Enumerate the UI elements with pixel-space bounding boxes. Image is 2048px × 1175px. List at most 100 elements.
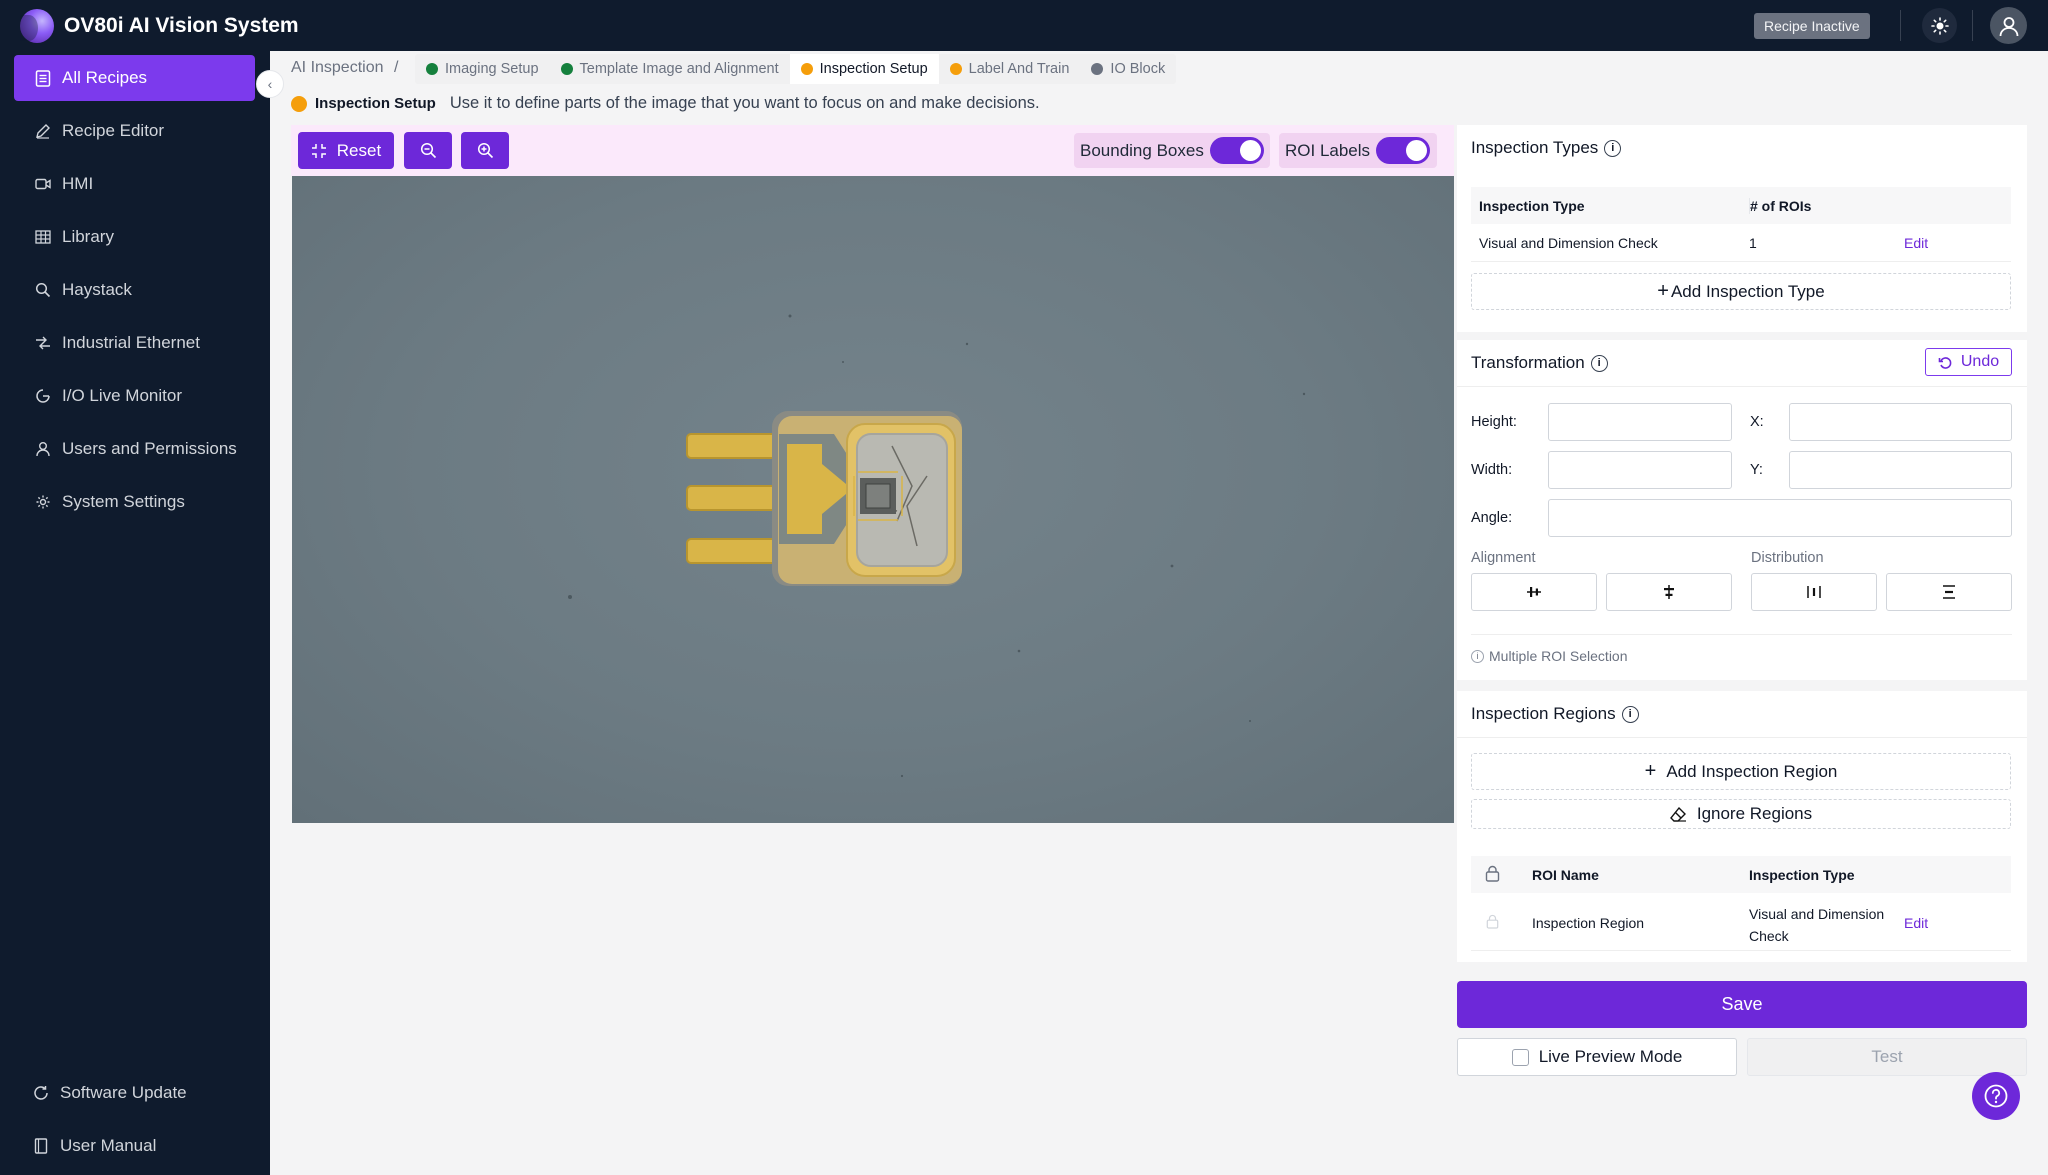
sidebar-item-system-settings[interactable]: System Settings [14, 479, 255, 525]
distribute-horizontal-button[interactable] [1751, 573, 1877, 611]
sun-icon [1930, 16, 1949, 35]
status-dot [560, 63, 573, 75]
undo-button[interactable]: Undo [1925, 348, 2012, 376]
width-input[interactable] [1548, 451, 1732, 489]
sidebar-item-label: Users and Permissions [62, 439, 237, 458]
theme-toggle-button[interactable] [1922, 8, 1957, 43]
sidebar-item-hmi[interactable]: HMI [14, 161, 255, 207]
align-horizontal-center-button[interactable] [1471, 573, 1597, 611]
step-io-block[interactable]: IO Block [1080, 54, 1176, 84]
sidebar-item-users-and-permissions[interactable]: Users and Permissions [14, 426, 255, 472]
chip-image [568, 314, 1306, 778]
step-label-and-train[interactable]: Label And Train [939, 54, 1081, 84]
sidebar-item-software-update[interactable]: Software Update [14, 1070, 255, 1116]
edit-inspection-type-link[interactable]: Edit [1904, 235, 1928, 251]
x-input[interactable] [1789, 403, 2012, 441]
info-icon[interactable]: i [1604, 139, 1622, 157]
distribute-vertical-icon [1943, 585, 1955, 599]
bounding-boxes-switch[interactable] [1209, 137, 1264, 164]
grid-icon [34, 228, 52, 246]
gear-icon [34, 493, 52, 511]
info-icon: i [1471, 649, 1484, 663]
step-description: Inspection Setup Use it to define parts … [291, 94, 1040, 113]
user-avatar-button[interactable] [1990, 7, 2027, 44]
sidebar-item-library[interactable]: Library [14, 214, 255, 260]
zoom-out-button[interactable] [404, 132, 452, 169]
refresh-icon [32, 1084, 50, 1102]
search-icon [34, 281, 52, 299]
step-imaging-setup[interactable]: Imaging Setup [415, 54, 550, 84]
x-label: X: [1750, 414, 1764, 430]
help-icon [1984, 1084, 2008, 1108]
sidebar-item-all-recipes[interactable]: All Recipes [14, 55, 255, 101]
bounding-boxes-label: Bounding Boxes [1080, 140, 1204, 160]
help-button[interactable] [1972, 1072, 2020, 1120]
roi-labels-switch[interactable] [1376, 137, 1431, 164]
inspection-image-canvas[interactable] [292, 176, 1454, 823]
fit-screen-icon [311, 143, 326, 158]
test-button[interactable]: Test [1747, 1038, 2027, 1076]
step-template-image-and-alignment[interactable]: Template Image and Alignment [550, 54, 790, 84]
save-button[interactable]: Save [1457, 981, 2027, 1028]
angle-label: Angle: [1471, 510, 1513, 526]
sidebar: All Recipes Recipe Editor HMI Library Ha… [0, 51, 270, 1175]
table-row[interactable]: Inspection Region Visual and Dimension C… [1471, 893, 2011, 951]
status-dot [1091, 63, 1104, 75]
inspection-types-table-header: Inspection Type # of ROIs [1471, 187, 2011, 224]
sidebar-item-recipe-editor[interactable]: Recipe Editor [14, 108, 255, 154]
zoom-in-icon [477, 142, 493, 159]
step-inspection-setup[interactable]: Inspection Setup [789, 54, 939, 84]
sidebar-item-industrial-ethernet[interactable]: Industrial Ethernet [14, 320, 255, 366]
plus-icon: + [1657, 280, 1669, 302]
add-inspection-type-button[interactable]: + Add Inspection Type [1471, 273, 2011, 310]
zoom-out-icon [420, 142, 436, 159]
distribute-vertical-button[interactable] [1886, 573, 2012, 611]
reset-button[interactable]: Reset [298, 132, 394, 169]
plus-icon: + [1644, 760, 1657, 782]
add-inspection-region-button[interactable]: + Add Inspection Region [1471, 753, 2011, 790]
list-icon [34, 69, 52, 87]
sidebar-item-label: Software Update [60, 1083, 187, 1102]
recipe-status-badge: Recipe Inactive [1754, 13, 1870, 39]
sidebar-item-io-live-monitor[interactable]: I/O Live Monitor [14, 373, 255, 419]
app-title: OV80i AI Vision System [64, 13, 299, 37]
ignore-regions-button[interactable]: Ignore Regions [1471, 799, 2011, 829]
width-label: Width: [1471, 462, 1513, 478]
divider [1900, 10, 1901, 41]
info-icon[interactable]: i [1621, 705, 1639, 723]
live-preview-mode-toggle[interactable]: Live Preview Mode [1457, 1038, 1737, 1076]
sidebar-item-label: Library [62, 227, 114, 246]
divider [1471, 634, 2012, 635]
inspection-types-panel: Inspection Types i Inspection Type # of R… [1457, 125, 2027, 332]
breadcrumb-steps: Imaging Setup Template Image and Alignme… [415, 54, 1177, 84]
y-input[interactable] [1789, 451, 2012, 489]
angle-input[interactable] [1548, 499, 2012, 537]
distribute-horizontal-icon [1807, 586, 1821, 598]
zoom-in-button[interactable] [461, 132, 509, 169]
top-bar: OV80i AI Vision System [0, 0, 2048, 51]
bounding-boxes-toggle-group: Bounding Boxes [1074, 133, 1270, 168]
info-icon[interactable]: i [1590, 354, 1608, 372]
transformation-title: Transformation i [1471, 353, 1608, 373]
edit-inspection-region-link[interactable]: Edit [1904, 915, 1928, 931]
lock-icon[interactable] [1485, 865, 1500, 882]
height-input[interactable] [1548, 403, 1732, 441]
status-dot [949, 63, 962, 75]
sidebar-collapse-button[interactable]: ‹ [256, 70, 284, 98]
divider [1457, 386, 2027, 387]
book-icon [32, 1137, 50, 1155]
sidebar-item-label: Industrial Ethernet [62, 333, 200, 352]
sidebar-item-haystack[interactable]: Haystack [14, 267, 255, 313]
height-label: Height: [1471, 414, 1517, 430]
status-dot [291, 95, 307, 112]
sidebar-item-label: Recipe Editor [62, 121, 165, 140]
align-vertical-center-button[interactable] [1606, 573, 1732, 611]
breadcrumb-root[interactable]: AI Inspection / [291, 59, 398, 77]
live-preview-checkbox[interactable] [1511, 1048, 1529, 1066]
app-logo [20, 8, 54, 43]
lock-icon[interactable] [1486, 914, 1499, 929]
status-dot [426, 63, 438, 75]
sidebar-item-user-manual[interactable]: User Manual [14, 1123, 255, 1169]
image-toolbar: Reset Bounding Boxes ROI Labels [291, 125, 1454, 176]
alignment-label: Alignment [1471, 550, 1536, 566]
